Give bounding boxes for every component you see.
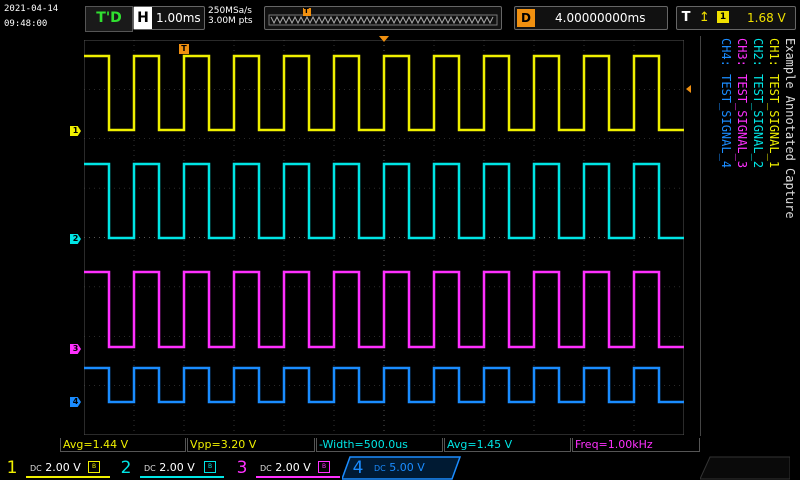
channel-4-coupling: DC bbox=[374, 464, 386, 473]
channel-bar: 1 DC 2.00 V B 2 DC 2.00 V B 3 DC 2.00 V … bbox=[0, 456, 800, 480]
time: 09:48:00 bbox=[4, 19, 48, 29]
measurement-ch2-avg[interactable]: Avg=1.45 V bbox=[444, 438, 571, 452]
acquisition-info: 250MSa/s 3.00M pts bbox=[208, 6, 253, 26]
timebase-value: 1.00ms bbox=[156, 11, 201, 25]
memory-overview-graphic bbox=[268, 8, 498, 26]
measurement-ch2-negative-width[interactable]: -Width=500.0us bbox=[316, 438, 443, 452]
memory-points: 3.00M pts bbox=[208, 16, 253, 26]
delay-label: D bbox=[517, 9, 535, 27]
channel-4-scale: 5.00 V bbox=[389, 461, 425, 474]
channel-4-offset-marker[interactable]: 4 bbox=[70, 397, 81, 407]
delay-position-marker-icon[interactable] bbox=[379, 36, 389, 42]
channel-4-trace bbox=[84, 366, 684, 404]
delay-control[interactable]: D 4.00000000ms bbox=[514, 6, 668, 30]
horizontal-timebase-control[interactable]: H 1.00ms bbox=[133, 6, 205, 30]
annotation-line-4: CH4: TEST_SIGNAL_4 bbox=[719, 38, 733, 169]
trigger-level-marker-icon[interactable] bbox=[686, 85, 691, 93]
channel-4-settings[interactable]: DC 5.00 V bbox=[370, 458, 450, 478]
trigger-label: T bbox=[681, 10, 691, 25]
annotation-title: Example Annotated Capture bbox=[783, 38, 797, 219]
channel-2-bw-icon: B bbox=[204, 461, 216, 473]
measurement-ch3-freq[interactable]: Freq=1.00kHz bbox=[572, 438, 700, 452]
channel-bar-edge-decoration bbox=[700, 456, 790, 480]
memory-trigger-marker: T bbox=[304, 7, 309, 15]
channel-2-number[interactable]: 2 bbox=[114, 456, 138, 480]
waveform-display[interactable] bbox=[84, 40, 684, 435]
trigger-level: 1.68 V bbox=[747, 11, 786, 25]
sample-rate: 250MSa/s bbox=[208, 6, 252, 16]
channel-3-number[interactable]: 3 bbox=[230, 456, 254, 480]
annotation-line-3: CH3: TEST_SIGNAL_3 bbox=[735, 38, 749, 169]
channel-3-coupling: DC bbox=[260, 464, 272, 473]
channel-1-trace bbox=[84, 54, 684, 132]
trigger-status-button[interactable]: T'D bbox=[85, 6, 133, 32]
channel-1-number[interactable]: 1 bbox=[0, 456, 24, 480]
annotation-panel: Example Annotated Capture CH1: TEST_SIGN… bbox=[700, 36, 797, 436]
channel-3-trace bbox=[84, 270, 684, 349]
measurement-ch1-vpp[interactable]: Vpp=3.20 V bbox=[187, 438, 315, 452]
channel-3-offset-marker[interactable]: 3 bbox=[70, 344, 81, 354]
channel-2-scale: 2.00 V bbox=[159, 461, 195, 474]
date: 2021-04-14 bbox=[4, 4, 59, 14]
channel-2-coupling: DC bbox=[144, 464, 156, 473]
channel-4-number[interactable]: 4 bbox=[346, 456, 370, 480]
trigger-source: 1 bbox=[717, 11, 729, 23]
channel-1-offset-marker[interactable]: 1 bbox=[70, 126, 81, 136]
channel-3-scale: 2.00 V bbox=[275, 461, 311, 474]
annotation-line-2: CH2: TEST_SIGNAL_2 bbox=[751, 38, 765, 169]
channel-2-offset-marker[interactable]: 2 bbox=[70, 234, 81, 244]
annotation-line-1: CH1: TEST_SIGNAL_1 bbox=[767, 38, 781, 169]
rising-edge-icon: ↥ bbox=[699, 10, 710, 25]
channel-1-scale: 2.00 V bbox=[45, 461, 81, 474]
delay-value: 4.00000000ms bbox=[555, 11, 646, 25]
horizontal-label: H bbox=[134, 7, 152, 29]
channel-1-bw-icon: B bbox=[88, 461, 100, 473]
measurement-ch1-avg[interactable]: Avg=1.44 V bbox=[60, 438, 186, 452]
channel-3-bw-icon: B bbox=[318, 461, 330, 473]
channel-2-trace bbox=[84, 162, 684, 240]
memory-overview-bar[interactable]: T bbox=[264, 6, 502, 30]
channel-1-coupling: DC bbox=[30, 464, 42, 473]
datetime: 2021-04-14 09:48:00 bbox=[4, 2, 58, 32]
trigger-control[interactable]: T ↥ 1 1.68 V bbox=[676, 6, 796, 30]
trigger-position-marker[interactable]: T bbox=[179, 44, 189, 54]
